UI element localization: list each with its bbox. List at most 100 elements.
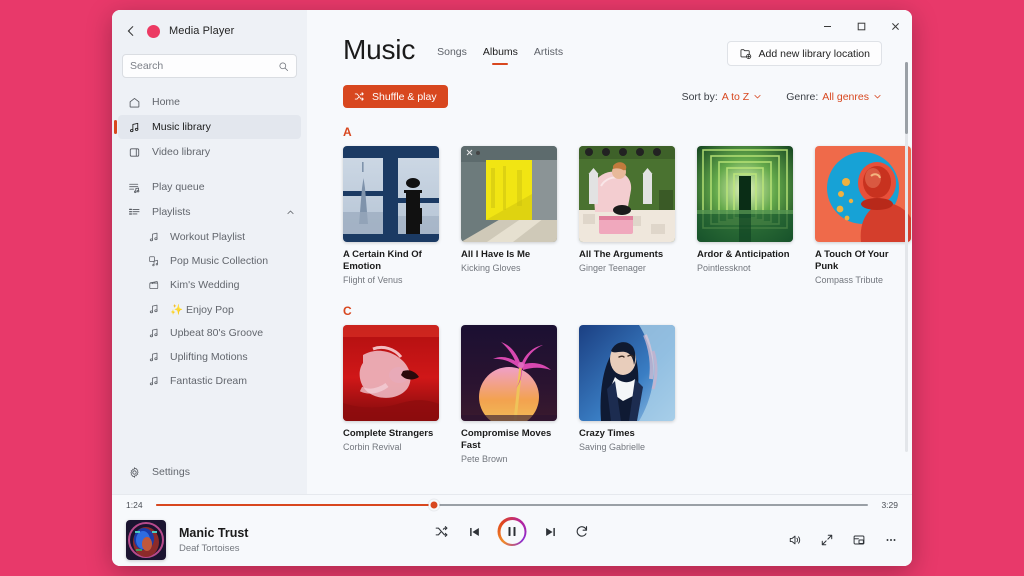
content-inner: Music Songs Albums Artists Add new libra…: [307, 10, 912, 466]
sidebar-header: Media Player: [112, 16, 307, 46]
maximize-button[interactable]: [844, 10, 878, 42]
genre-value: All genres: [822, 90, 869, 103]
sidebar-item-play-queue[interactable]: Play queue: [118, 175, 301, 199]
sidebar-item-label: Playlists: [152, 206, 191, 218]
sidebar-item-music-library[interactable]: Music library: [114, 115, 301, 139]
sidebar-item-label: Settings: [152, 466, 190, 478]
music-collection-icon: [149, 256, 158, 267]
shuffle-and-play-button[interactable]: Shuffle & play: [343, 85, 448, 108]
album-artist: Pointlessknot: [697, 263, 751, 274]
app-logo-icon: [147, 24, 160, 38]
volume-button[interactable]: [787, 533, 802, 548]
queue-icon: [129, 183, 140, 193]
fullscreen-button[interactable]: [819, 533, 834, 548]
filters: Sort by: A to Z Genre: All genres: [682, 91, 882, 103]
shuffle-and-play-label: Shuffle & play: [372, 90, 437, 103]
album-title: A Certain Kind Of Emotion: [343, 249, 422, 273]
previous-button[interactable]: [466, 523, 483, 540]
scrollbar-thumb[interactable]: [905, 62, 908, 134]
playlist-item-fantastic-dream[interactable]: Fantastic Dream: [118, 369, 301, 393]
genre-dropdown[interactable]: Genre: All genres: [786, 91, 882, 103]
app-title: Media Player: [169, 25, 235, 37]
playlist-item-label: Upbeat 80's Groove: [170, 327, 264, 339]
playlist-item-workout[interactable]: Workout Playlist: [118, 225, 301, 249]
tab-songs[interactable]: Songs: [437, 46, 467, 65]
album-card[interactable]: Ardor & Anticipation Pointlessknot: [697, 146, 793, 287]
back-icon[interactable]: [124, 24, 138, 38]
tab-label: Songs: [437, 46, 467, 58]
album-card[interactable]: All The Arguments Ginger Teenager: [579, 146, 675, 287]
chevron-down-icon: [754, 94, 761, 99]
next-button[interactable]: [542, 523, 559, 540]
minimize-button[interactable]: [810, 10, 844, 42]
elapsed-time: 1:24: [126, 500, 143, 510]
album-title: All I Have Is Me: [461, 249, 531, 260]
shuffle-button[interactable]: [434, 523, 451, 540]
music-note-icon: [149, 328, 158, 338]
nav-divider: [118, 165, 301, 175]
playlist-item-kims-wedding[interactable]: Kim's Wedding: [118, 273, 301, 297]
album-art-green-room[interactable]: [579, 146, 675, 242]
seek-thumb[interactable]: [428, 499, 440, 511]
album-card[interactable]: Complete Strangers Corbin Revival: [343, 325, 439, 466]
sidebar-item-playlists[interactable]: Playlists: [118, 200, 301, 224]
playlist-item-label: Uplifting Motions: [170, 351, 248, 363]
close-button[interactable]: [878, 10, 912, 42]
pause-icon: [508, 527, 516, 536]
chevron-up-icon[interactable]: [286, 208, 295, 217]
album-art-blue-portrait[interactable]: [579, 325, 675, 421]
album-card[interactable]: A Touch Of Your Punk Compass Tribute: [815, 146, 911, 287]
sidebar-item-home[interactable]: Home: [118, 90, 301, 114]
sidebar-item-video-library[interactable]: Video library: [118, 140, 301, 164]
sort-by-dropdown[interactable]: Sort by: A to Z: [682, 91, 763, 103]
content-header: Music Songs Albums Artists Add new libra…: [343, 36, 882, 66]
now-playing-art[interactable]: [126, 520, 166, 560]
expand-icon: [821, 534, 832, 546]
content-scrollbar[interactable]: [905, 62, 908, 452]
album-art-astronaut-red[interactable]: [815, 146, 911, 242]
video-icon: [129, 147, 140, 157]
more-options-button[interactable]: [883, 533, 898, 548]
seek-fill: [156, 503, 434, 507]
album-art-green-corridor[interactable]: [697, 146, 793, 242]
miniplayer-button[interactable]: [851, 533, 866, 548]
search-input[interactable]: [130, 60, 278, 72]
playlist-item-pop-music-collection[interactable]: Pop Music Collection: [118, 249, 301, 273]
playlist-item-uplifting-motions[interactable]: Uplifting Motions: [118, 345, 301, 369]
repeat-button[interactable]: [574, 523, 591, 540]
search-box[interactable]: [122, 54, 297, 78]
sidebar-item-settings[interactable]: Settings: [118, 460, 301, 484]
sort-by-value: A to Z: [721, 90, 750, 103]
album-card[interactable]: Compromise Moves Fast Pete Brown: [461, 325, 557, 466]
album-artist: Saving Gabrielle: [579, 442, 646, 453]
sidebar-item-label: Video library: [152, 146, 211, 158]
album-card[interactable]: All I Have Is Me Kicking Gloves: [461, 146, 557, 287]
album-art-red-water[interactable]: [343, 325, 439, 421]
playlist-item-upbeat-80s-groove[interactable]: Upbeat 80's Groove: [118, 321, 301, 345]
add-library-location-label: Add new library location: [758, 47, 870, 60]
album-art-window-city[interactable]: [343, 146, 439, 242]
film-icon: [149, 281, 159, 289]
play-pause-button[interactable]: [497, 517, 527, 546]
volume-icon: [789, 535, 800, 545]
album-artist: Ginger Teenager: [579, 263, 646, 274]
playlists-icon: [129, 208, 140, 215]
music-note-icon: [149, 352, 158, 362]
album-art-yellow-wall[interactable]: [461, 146, 557, 242]
music-note-icon: [149, 304, 158, 314]
seek-slider[interactable]: [156, 499, 868, 511]
section-letter-c: C: [343, 304, 352, 318]
sidebar-item-label: Home: [152, 96, 181, 108]
tab-artists[interactable]: Artists: [534, 46, 563, 65]
album-art-palm-sunset[interactable]: [461, 325, 557, 421]
add-library-location-button[interactable]: Add new library location: [726, 41, 882, 66]
album-card[interactable]: Crazy Times Saving Gabrielle: [579, 325, 675, 466]
playlist-item-label: Fantastic Dream: [170, 375, 248, 387]
duration-time: 3:29: [881, 500, 898, 510]
playlist-item-enjoy-pop[interactable]: ✨ Enjoy Pop: [118, 297, 301, 321]
tab-label: Artists: [533, 46, 564, 58]
album-card[interactable]: A Certain Kind Of Emotion Flight of Venu…: [343, 146, 439, 287]
playlist-item-label: Kim's Wedding: [170, 279, 240, 291]
tab-albums[interactable]: Albums: [483, 46, 518, 65]
music-note-icon: [149, 232, 158, 242]
